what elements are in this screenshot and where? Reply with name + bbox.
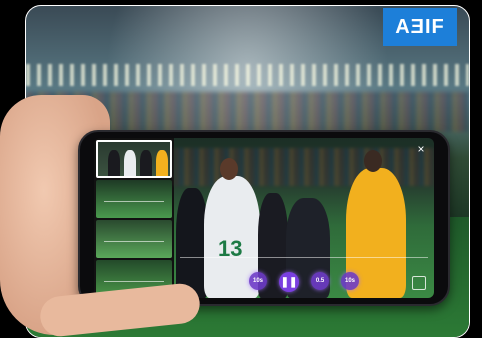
smartphone: 13 × 10s ❚❚ 0.5 10s: [78, 130, 450, 306]
stadium-lights: [26, 64, 469, 86]
phone-screen: 13 × 10s ❚❚ 0.5 10s: [94, 138, 434, 298]
tile-player: [156, 150, 168, 176]
jersey-number: 13: [218, 236, 243, 261]
playback-controls: 10s ❚❚ 0.5 10s: [174, 272, 434, 292]
fullscreen-icon[interactable]: [412, 276, 426, 290]
forward-button[interactable]: 10s: [341, 272, 359, 290]
pitch-line: [104, 280, 164, 282]
rewind-button[interactable]: 10s: [249, 272, 267, 290]
pitch-line: [104, 240, 164, 242]
tile-player: [124, 150, 136, 176]
player-head: [220, 158, 238, 180]
camera-angle-tile[interactable]: [96, 180, 172, 218]
advertising-board: AƎIF: [383, 8, 457, 46]
progress-bar[interactable]: [180, 257, 428, 258]
camera-angle-tile[interactable]: [96, 220, 172, 258]
tile-player: [108, 150, 120, 176]
tile-player: [140, 150, 152, 176]
player-head: [364, 150, 382, 172]
close-icon[interactable]: ×: [414, 142, 428, 156]
speed-button[interactable]: 0.5: [311, 272, 329, 290]
camera-angle-tile[interactable]: [96, 140, 172, 178]
main-video[interactable]: 13 × 10s ❚❚ 0.5 10s: [174, 138, 434, 298]
pitch-line: [104, 200, 164, 202]
camera-angle-list: [94, 138, 174, 298]
pause-button[interactable]: ❚❚: [279, 272, 299, 292]
